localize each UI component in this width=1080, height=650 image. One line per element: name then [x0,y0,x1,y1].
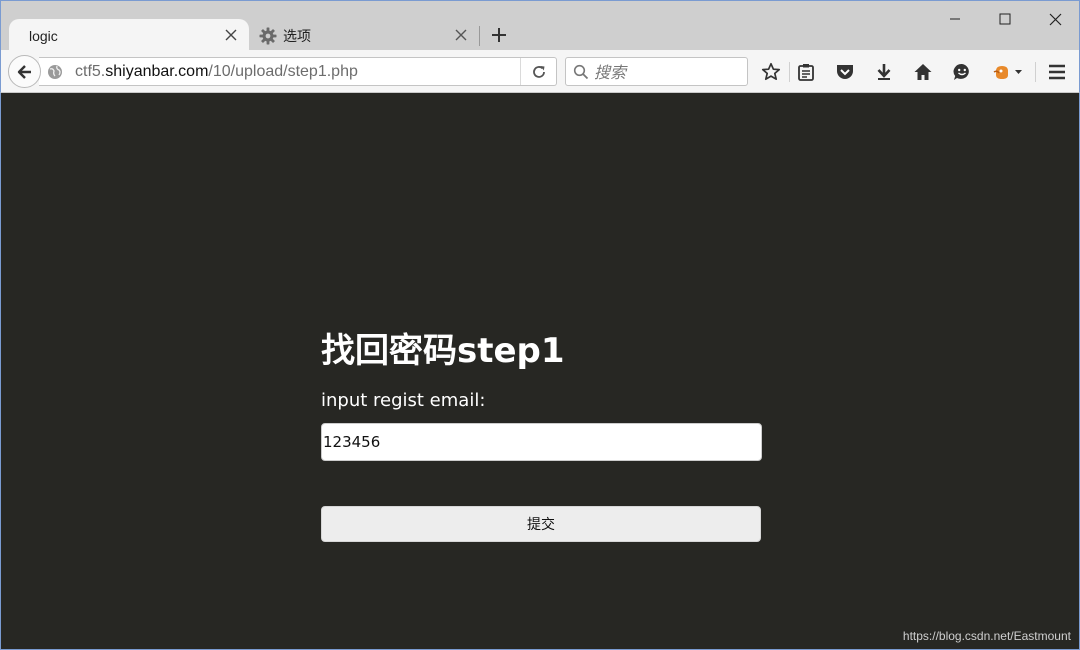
bookmarks-menu-button[interactable] [794,60,818,84]
pocket-button[interactable] [833,60,857,84]
reload-button[interactable] [520,58,556,85]
page-viewport: 找回密码step1 input regist email: 提交 https:/… [0,93,1080,650]
toolbar-divider [789,62,790,82]
search-box[interactable] [565,57,748,86]
tab-label: 选项 [283,27,311,44]
open-menu-button[interactable] [1045,60,1069,84]
address-bar[interactable]: ctf5.shiyanbar.com/10/upload/step1.php [39,57,557,86]
home-icon [914,64,932,80]
url-prefix: ctf5. [75,63,106,80]
url-host: shiyanbar.com [105,63,209,80]
minimize-button[interactable] [932,5,978,33]
back-arrow-icon [17,64,31,79]
chat-button[interactable] [950,60,974,84]
downloads-button[interactable] [872,60,896,84]
close-tab-icon[interactable] [223,27,239,43]
submit-button[interactable]: 提交 [321,506,761,542]
watermark: https://blog.csdn.net/Eastmount [902,629,1071,643]
email-field[interactable] [321,423,762,461]
navigation-toolbar: ctf5.shiyanbar.com/10/upload/step1.php [0,50,1080,93]
close-window-button[interactable] [1032,5,1078,33]
search-input[interactable] [594,62,744,82]
pocket-icon [837,65,853,79]
url-text[interactable]: ctf5.shiyanbar.com/10/upload/step1.php [75,63,358,81]
reload-icon [532,65,545,78]
close-tab-icon[interactable] [453,27,469,43]
addon-menu-icon [993,66,1022,79]
tab-label: logic [29,27,58,44]
page-title: 找回密码step1 [321,331,565,371]
maximize-icon [999,13,1011,25]
search-icon [573,64,589,80]
download-arrow-icon [877,64,891,80]
email-field-label: input regist email: [321,390,486,411]
toolbar-divider [1035,62,1036,82]
tab-options[interactable]: 选项 [251,19,479,52]
browser-tab-strip: logic 选项 [0,0,1080,52]
plus-icon [492,28,506,42]
home-button[interactable] [911,60,935,84]
back-button[interactable] [8,55,41,88]
hackbar-addon-button[interactable] [991,60,1025,84]
new-tab-button[interactable] [487,23,511,47]
tab-logic[interactable]: logic [9,19,249,52]
url-path: /10/upload/step1.php [208,63,358,80]
tab-divider [479,26,480,46]
maximize-button[interactable] [982,5,1028,33]
smiley-chat-icon [953,63,969,80]
gear-icon [259,27,277,45]
minimize-icon [950,18,960,20]
star-icon [761,62,781,81]
bookmark-star-button[interactable] [759,60,783,84]
globe-icon [47,64,63,80]
clipboard-icon [798,64,814,81]
hamburger-menu-icon [1049,64,1065,80]
close-icon [1049,13,1061,25]
